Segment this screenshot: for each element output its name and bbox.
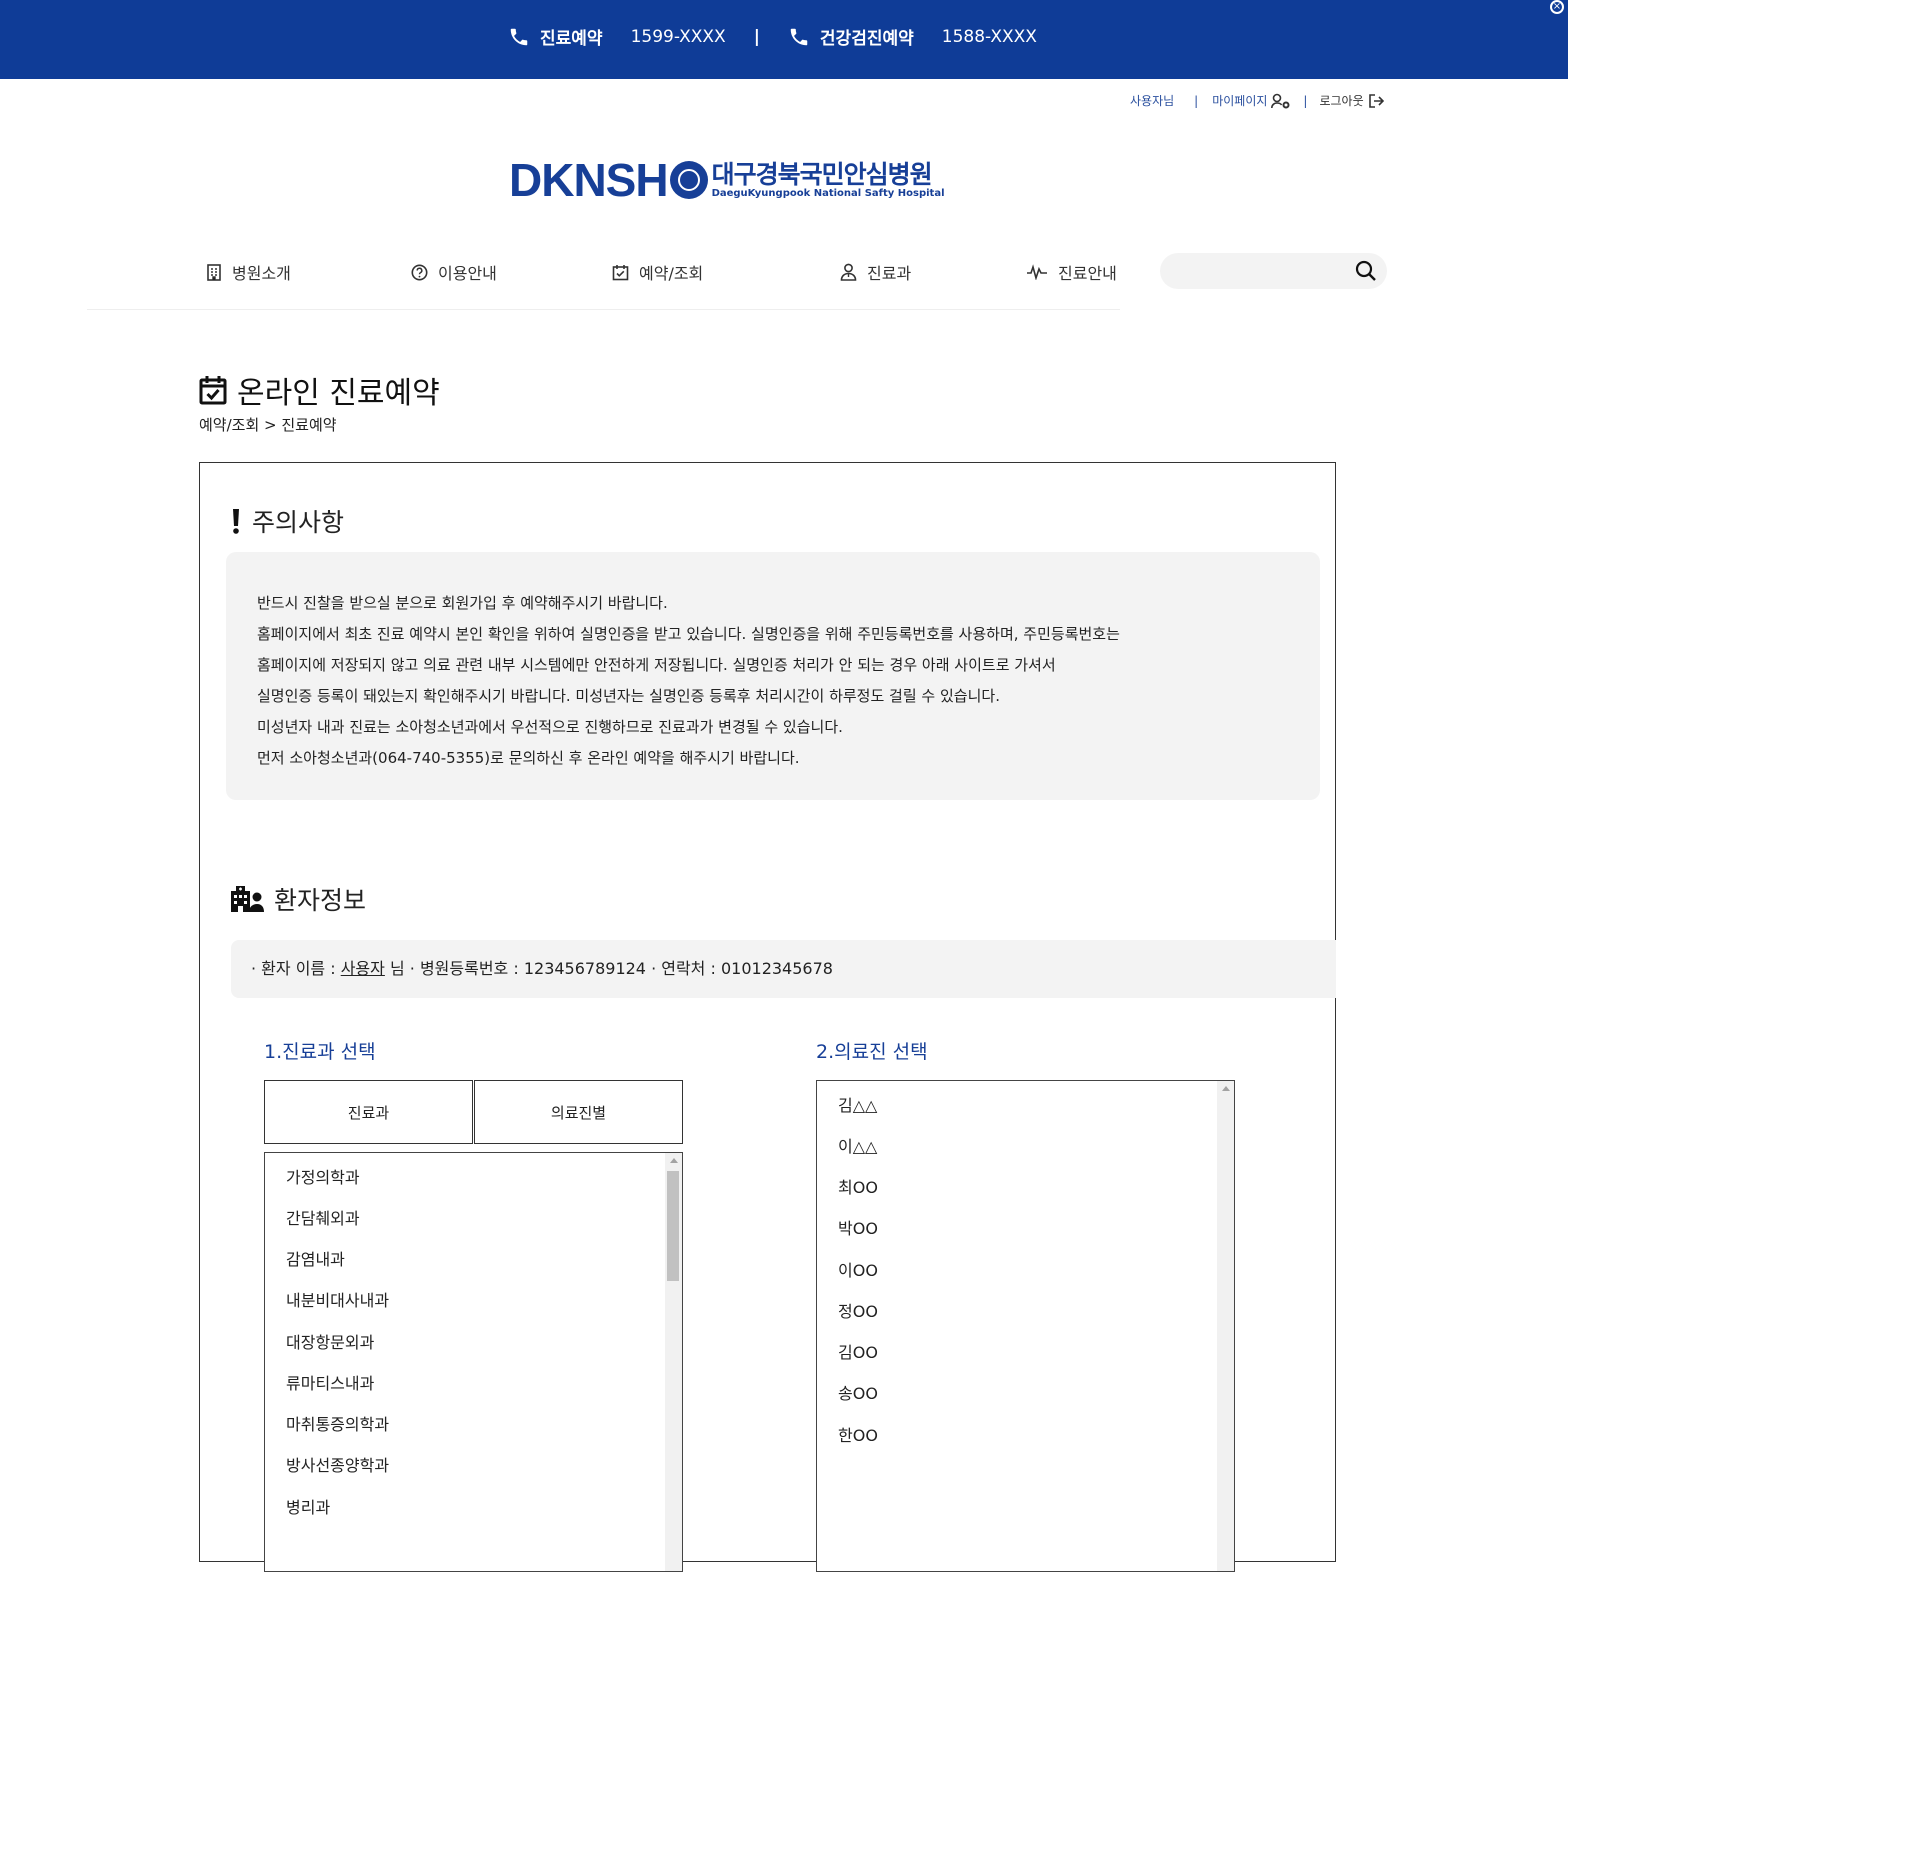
mypage-link[interactable]: 마이페이지	[1212, 92, 1267, 109]
doctor-option[interactable]: 김△△	[838, 1092, 877, 1116]
department-option[interactable]: 병리과	[286, 1494, 330, 1518]
doctor-option[interactable]: 박OO	[838, 1215, 878, 1239]
notice-line: 실명인증 등록이 돼있는지 확인해주시기 바랍니다. 미성년자는 실명인증 등록…	[257, 687, 1000, 705]
logo-mark: DKNSH	[509, 154, 669, 206]
nav-label: 진료과	[867, 264, 912, 283]
department-option[interactable]: 가정의학과	[286, 1164, 360, 1188]
reservation-card: 주의사항 반드시 진찰을 받으실 분으로 회원가입 후 예약해주시기 바랍니다.…	[199, 462, 1336, 1572]
department-option[interactable]: 류마티스내과	[286, 1370, 374, 1394]
user-gear-icon[interactable]	[1271, 93, 1291, 109]
phone-icon	[510, 28, 528, 45]
calendar-check-icon	[612, 264, 629, 280]
scroll-up-icon[interactable]	[670, 1158, 678, 1163]
notice-box: 반드시 진찰을 받으실 분으로 회원가입 후 예약해주시기 바랍니다. 홈페이지…	[226, 552, 1320, 800]
doctor-option[interactable]: 정OO	[838, 1298, 878, 1322]
doctor-option[interactable]: 이△△	[838, 1133, 877, 1157]
notice-line: 홈페이지에서 최초 진료 예약시 본인 확인을 위하여 실명인증을 받고 있습니…	[257, 625, 1120, 643]
scroll-thumb[interactable]	[667, 1171, 679, 1281]
department-option[interactable]: 내분비대사내과	[286, 1287, 389, 1311]
nav-item-departments[interactable]: 진료과	[840, 260, 911, 284]
phone-icon	[790, 28, 808, 45]
notice-title: 주의사항	[230, 503, 344, 539]
building-icon	[207, 264, 221, 281]
heartbeat-icon	[1027, 264, 1047, 280]
contact-info: 진료예약 1599-XXXX | 건강검진예약 1588-XXXX	[508, 24, 1065, 49]
nav-label: 병원소개	[232, 264, 291, 283]
hospital-user-icon	[231, 886, 264, 912]
nav-divider	[87, 309, 1120, 310]
checkup-label: 건강검진예약	[819, 29, 914, 49]
util-separator: |	[1194, 93, 1199, 108]
department-option[interactable]: 마취통증의학과	[286, 1411, 389, 1435]
breadcrumb: 예약/조회 > 진료예약	[199, 416, 337, 434]
patient-name-value: 사용자	[340, 959, 385, 978]
step2-title: 2.의료진 선택	[816, 1041, 928, 1063]
calendar-check-icon	[199, 376, 227, 405]
notice-line: 반드시 진찰을 받으실 분으로 회원가입 후 예약해주시기 바랍니다.	[257, 594, 668, 612]
utility-nav: 사용자님 | 마이페이지 | 로그아웃	[1130, 92, 1384, 109]
patient-reg-number: 123456789124	[523, 959, 646, 978]
util-separator: |	[1303, 93, 1308, 108]
notice-line: 먼저 소아청소년과(064-740-5355)로 문의하신 후 온라인 예약을 …	[257, 749, 800, 767]
logo-name-ko: 대구경북국민안심병원	[711, 160, 933, 189]
doctor-option[interactable]: 송OO	[838, 1380, 878, 1404]
department-option[interactable]: 간담췌외과	[286, 1205, 360, 1229]
logo-name: 대구경북국민안심병원 DaeguKyungpook National Safty…	[712, 161, 945, 199]
patient-info-bar: · 환자 이름 : 사용자 님 · 병원등록번호 : 123456789124 …	[231, 940, 1336, 998]
step1-title: 1.진료과 선택	[264, 1041, 376, 1063]
notice-line: 미성년자 내과 진료는 소아청소년과에서 우선적으로 진행하므로 진료과가 변경…	[257, 718, 843, 736]
exclamation-icon	[233, 509, 239, 534]
page-title: 온라인 진료예약	[199, 368, 440, 412]
page-title-text: 온라인 진료예약	[237, 376, 440, 411]
close-icon[interactable]: ×	[1550, 0, 1564, 14]
doctor-option[interactable]: 이OO	[838, 1257, 878, 1281]
nav-label: 이용안내	[438, 264, 497, 283]
notice-title-text: 주의사항	[252, 508, 345, 537]
hospital-logo[interactable]: DKNSH 대구경북국민안심병원 DaeguKyungpook National…	[509, 156, 945, 204]
doctor-list[interactable]: 김△△ 이△△ 최OO 박OO 이OO 정OO 김OO 송OO 한OO	[816, 1080, 1235, 1572]
doctor-option[interactable]: 김OO	[838, 1339, 878, 1363]
logout-icon[interactable]	[1368, 93, 1384, 108]
logo-name-en: DaeguKyungpook National Safty Hospital	[711, 188, 945, 199]
reserve-label: 진료예약	[540, 29, 603, 49]
user-name: 사용자님	[1130, 94, 1175, 108]
search-input[interactable]	[1160, 253, 1387, 289]
department-option[interactable]: 방사선종양학과	[286, 1452, 389, 1476]
patient-info-title-text: 환자정보	[274, 886, 367, 915]
reserve-number[interactable]: 1599-XXXX	[631, 27, 726, 47]
patient-name-label: · 환자 이름 :	[251, 959, 341, 978]
nav-item-treatment-guide[interactable]: 진료안내	[1026, 260, 1117, 284]
patient-reg-label: 님 · 병원등록번호 :	[384, 959, 524, 978]
contact-separator: |	[753, 26, 760, 47]
emblem-icon	[669, 161, 708, 199]
doctor-option[interactable]: 한OO	[838, 1422, 878, 1446]
tab-by-doctor[interactable]: 의료진별	[474, 1080, 683, 1144]
nav-item-hospital-intro[interactable]: 병원소개	[206, 260, 291, 284]
patient-contact-value: 01012345678	[720, 959, 833, 978]
department-option[interactable]: 감염내과	[286, 1246, 345, 1270]
doctor-scrollbar[interactable]	[1217, 1081, 1234, 1571]
doctor-icon	[840, 263, 857, 281]
search-icon[interactable]	[1355, 260, 1377, 282]
department-scrollbar[interactable]	[665, 1153, 682, 1571]
scroll-up-icon[interactable]	[1222, 1086, 1230, 1091]
patient-info-title: 환자정보	[230, 881, 366, 917]
checkup-number[interactable]: 1588-XXXX	[942, 27, 1037, 47]
top-contact-bar: 진료예약 1599-XXXX | 건강검진예약 1588-XXXX ×	[0, 0, 1568, 79]
nav-item-usage-guide[interactable]: 이용안내	[411, 260, 497, 284]
tab-by-department[interactable]: 진료과	[264, 1080, 473, 1144]
department-option[interactable]: 대장항문외과	[286, 1329, 374, 1353]
question-circle-icon	[411, 264, 428, 280]
nav-label: 예약/조회	[639, 264, 704, 283]
logout-link[interactable]: 로그아웃	[1319, 92, 1363, 109]
doctor-option[interactable]: 최OO	[838, 1174, 878, 1198]
nav-label: 진료안내	[1058, 264, 1117, 283]
patient-contact-label: · 연락처 :	[645, 959, 721, 978]
notice-line: 홈페이지에 저장되지 않고 의료 관련 내부 시스템에만 안전하게 저장됩니다.…	[257, 656, 1056, 674]
department-list[interactable]: 가정의학과 간담췌외과 감염내과 내분비대사내과 대장항문외과 류마티스내과 마…	[264, 1152, 683, 1572]
nav-item-reservation[interactable]: 예약/조회	[612, 260, 703, 284]
